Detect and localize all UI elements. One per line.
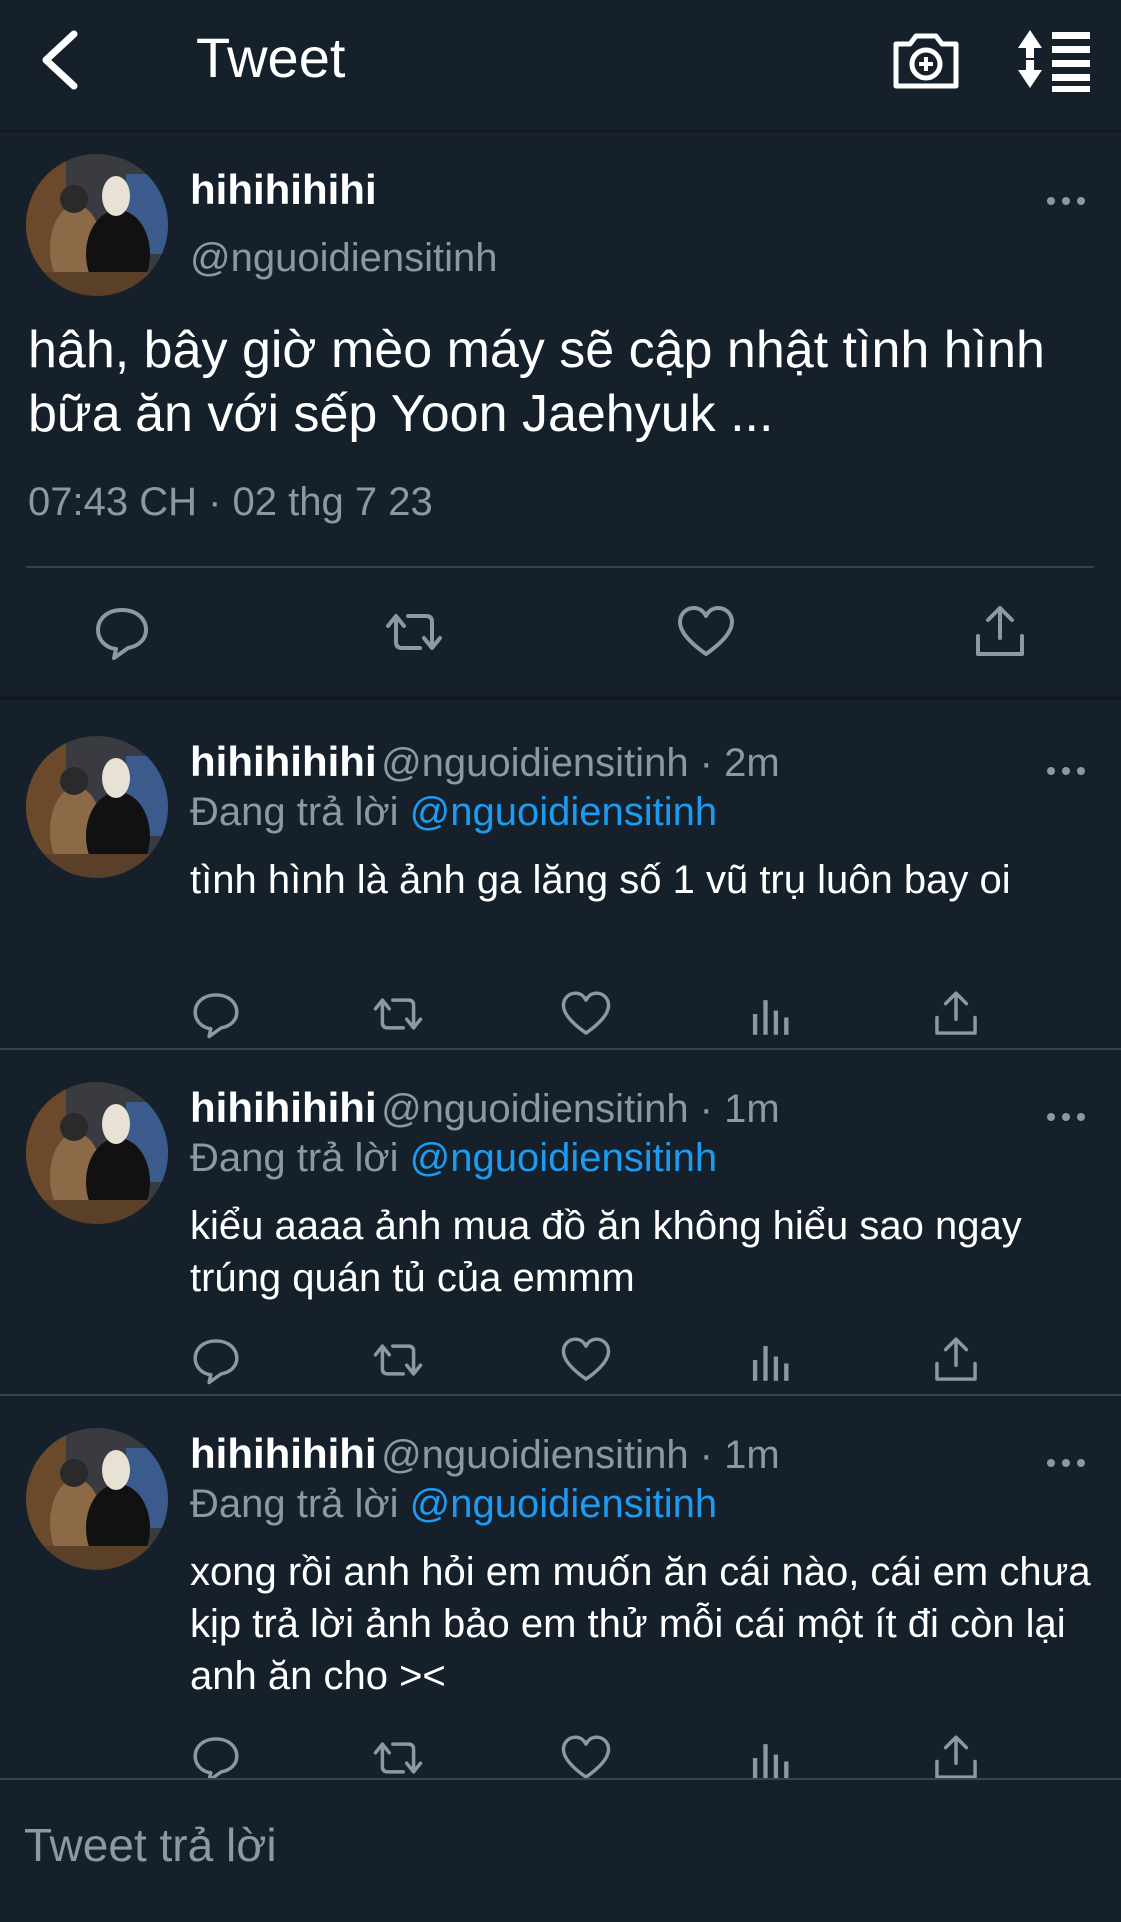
more-button[interactable] bbox=[1046, 1110, 1086, 1124]
divider bbox=[0, 1048, 1121, 1050]
display-name[interactable]: hihihihihi bbox=[190, 1084, 377, 1131]
views-button[interactable] bbox=[746, 1334, 798, 1386]
avatar-image bbox=[26, 736, 168, 878]
more-button[interactable] bbox=[1046, 1456, 1086, 1470]
reply-icon bbox=[193, 1339, 239, 1385]
like-button[interactable] bbox=[676, 602, 736, 662]
views-button[interactable] bbox=[746, 1732, 798, 1784]
avatar-image bbox=[26, 1428, 168, 1570]
reply-header: hihihihihi @nguoidiensitinh · 2m bbox=[190, 738, 780, 786]
views-icon bbox=[752, 1744, 789, 1779]
avatar-image bbox=[26, 1082, 168, 1224]
divider bbox=[0, 1394, 1121, 1396]
more-dots-icon bbox=[1047, 767, 1085, 775]
heart-icon bbox=[561, 1337, 611, 1381]
reply-icon bbox=[96, 608, 148, 660]
replying-to-label: Đang trả lời bbox=[190, 1482, 399, 1526]
retweet-icon bbox=[386, 614, 442, 650]
like-button[interactable] bbox=[560, 1334, 612, 1386]
display-name[interactable]: hihihihihi bbox=[190, 166, 377, 214]
avatar[interactable] bbox=[26, 1082, 168, 1224]
retweet-button[interactable] bbox=[372, 1732, 424, 1784]
retweet-icon bbox=[373, 998, 423, 1030]
replying-to-label: Đang trả lời bbox=[190, 1136, 399, 1180]
reply-button[interactable] bbox=[190, 1334, 242, 1386]
reply-text: tình hình là ảnh ga lăng số 1 vũ trụ luô… bbox=[190, 858, 1011, 902]
views-button[interactable] bbox=[746, 988, 798, 1040]
back-button[interactable] bbox=[36, 22, 116, 98]
reply-button[interactable] bbox=[190, 1732, 242, 1784]
share-icon bbox=[976, 606, 1024, 656]
retweet-icon bbox=[373, 1344, 423, 1376]
reply-button[interactable] bbox=[92, 602, 152, 662]
reply-button[interactable] bbox=[190, 988, 242, 1040]
reply-input[interactable]: Tweet trả lời bbox=[24, 1818, 277, 1872]
like-button[interactable] bbox=[560, 988, 612, 1040]
share-button[interactable] bbox=[970, 602, 1030, 662]
avatar[interactable] bbox=[26, 1428, 168, 1570]
camera-button[interactable] bbox=[888, 22, 964, 98]
divider bbox=[26, 566, 1094, 568]
retweet-button[interactable] bbox=[384, 602, 444, 662]
display-name[interactable]: hihihihihi bbox=[190, 738, 377, 785]
mention-link[interactable]: @nguoidiensitinh bbox=[410, 1136, 717, 1180]
replying-to: Đang trả lời @nguoidiensitinh bbox=[190, 1482, 717, 1527]
reply-header: hihihihihi @nguoidiensitinh · 1m bbox=[190, 1430, 780, 1478]
like-button[interactable] bbox=[560, 1732, 612, 1784]
more-dots-icon bbox=[1047, 197, 1085, 205]
retweet-button[interactable] bbox=[372, 988, 424, 1040]
reply-icon bbox=[193, 1737, 239, 1783]
heart-icon bbox=[561, 1735, 611, 1779]
more-button[interactable] bbox=[1046, 764, 1086, 778]
handle-and-time[interactable]: @nguoidiensitinh · 1m bbox=[381, 1433, 780, 1477]
sort-button[interactable] bbox=[1016, 22, 1096, 98]
section-divider bbox=[0, 696, 1121, 700]
mention-link[interactable]: @nguoidiensitinh bbox=[410, 1482, 717, 1526]
display-name[interactable]: hihihihihi bbox=[190, 1430, 377, 1477]
views-icon bbox=[752, 1000, 789, 1035]
heart-icon bbox=[561, 991, 611, 1035]
replying-to: Đang trả lời @nguoidiensitinh bbox=[190, 790, 717, 835]
reply-header: hihihihihi @nguoidiensitinh · 1m bbox=[190, 1084, 780, 1132]
heart-icon bbox=[678, 606, 734, 656]
sort-icon bbox=[1018, 30, 1090, 92]
retweet-icon bbox=[373, 1742, 423, 1774]
mention-link[interactable]: @nguoidiensitinh bbox=[410, 790, 717, 834]
handle-and-time[interactable]: @nguoidiensitinh · 1m bbox=[381, 1087, 780, 1131]
tweet-text: hâh, bây giờ mèo máy sẽ cập nhật tình hì… bbox=[28, 321, 1045, 443]
page-title: Tweet bbox=[196, 26, 346, 89]
tweet-timestamp: 07:43 CH · 02 thg 7 23 bbox=[28, 480, 433, 524]
share-icon bbox=[935, 1735, 977, 1779]
replying-to: Đang trả lời @nguoidiensitinh bbox=[190, 1136, 717, 1181]
avatar[interactable] bbox=[26, 154, 168, 296]
camera-add-icon bbox=[893, 33, 959, 89]
more-dots-icon bbox=[1047, 1113, 1085, 1121]
reply-text: xong rồi anh hỏi em muốn ăn cái nào, cái… bbox=[190, 1550, 1091, 1698]
share-button[interactable] bbox=[930, 1732, 982, 1784]
more-button[interactable] bbox=[1046, 194, 1086, 208]
share-button[interactable] bbox=[930, 1334, 982, 1386]
user-handle[interactable]: @nguoidiensitinh bbox=[190, 236, 497, 281]
share-icon bbox=[935, 1337, 977, 1381]
share-icon bbox=[935, 991, 977, 1035]
handle-and-time[interactable]: @nguoidiensitinh · 2m bbox=[381, 741, 780, 785]
share-button[interactable] bbox=[930, 988, 982, 1040]
retweet-button[interactable] bbox=[372, 1334, 424, 1386]
back-arrow-icon bbox=[42, 30, 78, 90]
reply-text: kiểu aaaa ảnh mua đồ ăn không hiểu sao n… bbox=[190, 1204, 1022, 1300]
replying-to-label: Đang trả lời bbox=[190, 790, 399, 834]
avatar-image bbox=[26, 154, 168, 296]
more-dots-icon bbox=[1047, 1459, 1085, 1467]
reply-icon bbox=[193, 993, 239, 1039]
views-icon bbox=[752, 1346, 789, 1381]
avatar[interactable] bbox=[26, 736, 168, 878]
